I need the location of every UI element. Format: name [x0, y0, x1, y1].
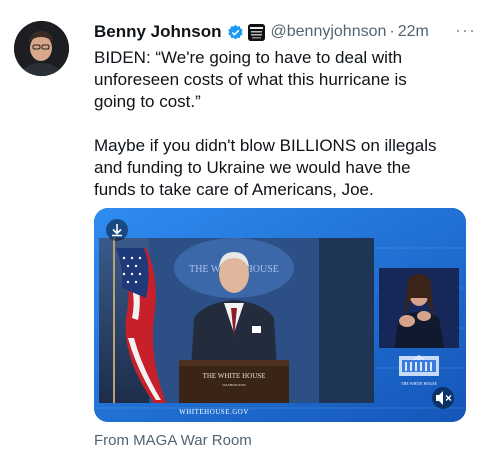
tweet-text-line: BIDEN: “We're going to have to deal with	[94, 48, 403, 67]
podium-sign: THE WHITE HOUSE	[203, 372, 266, 380]
author-handle[interactable]: @bennyjohnson	[271, 23, 387, 41]
muted-speaker-icon[interactable]	[432, 387, 454, 409]
video-source-label[interactable]: From MAGA War Room	[94, 432, 252, 449]
verified-badge-icon	[227, 24, 243, 39]
press-room-scene: THE WHITE HOUSE	[99, 238, 374, 403]
download-icon[interactable]	[106, 219, 128, 241]
tweet-text-line: unforeseen costs of what this hurricane …	[94, 70, 407, 89]
white-house-logo-icon	[399, 355, 439, 376]
video-player[interactable]: THE WHITE HOUSE	[94, 208, 466, 422]
tweet-text-paragraph-1: BIDEN: “We're going to have to deal with…	[94, 47, 484, 113]
avatar-image	[14, 21, 69, 76]
podium: THE WHITE HOUSE WASHINGTON	[179, 360, 289, 403]
tweet-text-line: funds to take care of Americans, Joe.	[94, 180, 374, 199]
affiliation-badge-icon[interactable]	[247, 23, 265, 41]
tweet-text-line: Maybe if you didn't blow BILLIONS on ill…	[94, 136, 437, 155]
more-options-icon[interactable]: ···	[455, 20, 476, 41]
tweet-text-line: going to cost.”	[94, 92, 201, 111]
tweet-text-line: and funding to Ukraine we would have the	[94, 158, 411, 177]
author-display-name[interactable]: Benny Johnson	[94, 22, 222, 42]
tweet-text-paragraph-2: Maybe if you didn't blow BILLIONS on ill…	[94, 135, 484, 201]
video-watermark: WHITEHOUSE.GOV	[179, 408, 249, 416]
tweet-timestamp[interactable]: 22m	[398, 23, 429, 41]
tweet-card[interactable]: Benny Johnson @bennyjohnson · 22m ··· BI…	[0, 0, 500, 473]
white-house-logo-text: THE WHITE HOUSE	[401, 381, 437, 386]
avatar[interactable]	[14, 21, 69, 76]
tweet-header: Benny Johnson @bennyjohnson · 22m	[94, 21, 429, 43]
video-frame: THE WHITE HOUSE	[94, 208, 466, 422]
header-separator: ·	[389, 23, 395, 40]
podium-subtext: WASHINGTON	[222, 383, 246, 387]
